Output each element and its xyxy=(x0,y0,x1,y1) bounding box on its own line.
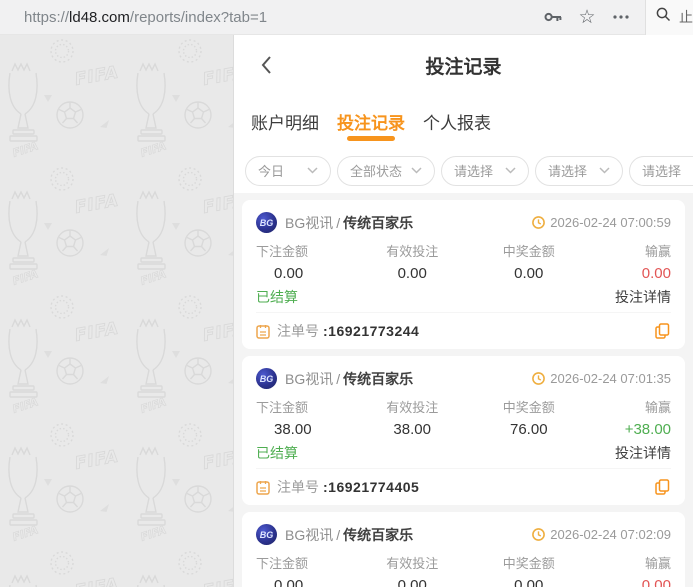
filter-date-dropdown[interactable]: 今日 xyxy=(245,155,331,186)
value-win-amount: 0.00 xyxy=(514,265,544,282)
bet-detail-link[interactable]: 投注详情 xyxy=(615,443,671,463)
value-bet-amount: 0.00 xyxy=(274,577,304,587)
fifa-watermark-background: FIFA FIFA xyxy=(0,35,233,587)
copy-icon[interactable] xyxy=(653,322,671,340)
value-valid-bet: 0.00 xyxy=(397,577,427,587)
provider-game-separator: / xyxy=(336,214,341,231)
filter-select-dropdown-1[interactable]: 请选择 xyxy=(441,155,529,186)
value-valid-bet: 38.00 xyxy=(393,421,431,438)
clock-icon xyxy=(532,372,546,385)
record-time: 2026-02-24 07:00:59 xyxy=(550,215,671,230)
order-note-icon xyxy=(256,324,270,339)
find-text: 止 xyxy=(679,9,693,25)
record-time: 2026-02-24 07:01:35 xyxy=(550,371,671,386)
copy-icon[interactable] xyxy=(653,478,671,496)
value-win-lose: 0.00 xyxy=(641,577,671,587)
url-domain: ld48.com xyxy=(69,8,130,26)
filter-select-dropdown-2[interactable]: 请选择 xyxy=(535,155,623,186)
label-win-lose: 输赢 xyxy=(644,400,671,415)
label-win-lose: 输赢 xyxy=(644,244,671,259)
provider-logo: BG xyxy=(256,524,277,545)
page-title: 投注记录 xyxy=(425,56,502,78)
clock-icon xyxy=(532,216,546,229)
password-key-icon[interactable] xyxy=(543,7,563,27)
game-name: 传统百家乐 xyxy=(343,526,414,543)
chevron-down-icon xyxy=(411,167,422,174)
fifa-pattern-graphic: FIFA FIFA xyxy=(0,35,233,587)
chevron-down-icon xyxy=(307,167,318,174)
label-win-lose: 输赢 xyxy=(644,556,671,571)
browser-menu-icon[interactable] xyxy=(611,7,631,27)
clock-icon xyxy=(532,528,546,541)
filter-select-dropdown-3[interactable]: 请选择 xyxy=(629,155,693,186)
label-bet-amount: 下注金额 xyxy=(256,556,309,571)
order-note-icon xyxy=(256,480,270,495)
tab-account-details[interactable]: 账户明细 xyxy=(251,95,319,148)
status-badge: 已结算 xyxy=(256,445,298,461)
search-icon[interactable] xyxy=(656,7,671,27)
find-in-page-bar: 止 xyxy=(645,0,693,35)
label-win-amount: 中奖金额 xyxy=(502,400,555,415)
status-badge: 已结算 xyxy=(256,289,298,305)
browser-actions: ☆ xyxy=(529,7,645,27)
bet-record-card: BG BG视讯 / 传统百家乐 2026-02-24 07:01:35 下注金额… xyxy=(242,356,685,505)
report-tabs: 账户明细 投注记录 个人报表 xyxy=(234,95,693,148)
filter-bar: 今日 全部状态 请选择 请选择 请选择 xyxy=(234,148,693,193)
order-number: :16921773244 xyxy=(323,323,420,339)
tab-bet-records[interactable]: 投注记录 xyxy=(337,95,405,148)
chevron-down-icon xyxy=(505,167,516,174)
url-field[interactable]: https://ld48.com/reports/index?tab=1 xyxy=(0,9,529,26)
value-win-amount: 0.00 xyxy=(514,577,544,587)
order-label: 注单号 xyxy=(277,479,319,495)
value-win-amount: 76.00 xyxy=(510,421,548,438)
bookmark-star-icon[interactable]: ☆ xyxy=(577,7,597,27)
label-win-amount: 中奖金额 xyxy=(502,556,555,571)
label-valid-bet: 有效投注 xyxy=(386,400,439,415)
browser-address-bar: https://ld48.com/reports/index?tab=1 ☆ 止 xyxy=(0,0,693,35)
provider-logo: BG xyxy=(256,212,277,233)
url-path: /reports/index?tab=1 xyxy=(129,8,268,26)
filter-status-dropdown[interactable]: 全部状态 xyxy=(337,155,435,186)
chevron-down-icon xyxy=(599,167,610,174)
back-button[interactable] xyxy=(254,53,278,77)
url-scheme: https:// xyxy=(24,8,70,26)
reports-panel: 投注记录 账户明细 投注记录 个人报表 今日 全部状态 请选择 请选择 请选择 … xyxy=(233,35,693,587)
label-win-amount: 中奖金额 xyxy=(502,244,555,259)
provider-game-separator: / xyxy=(336,526,341,543)
bet-record-card: BG BG视讯 / 传统百家乐 2026-02-24 07:02:09 下注金额… xyxy=(242,512,685,587)
bet-record-card: BG BG视讯 / 传统百家乐 2026-02-24 07:00:59 下注金额… xyxy=(242,200,685,349)
page-header: 投注记录 xyxy=(234,35,693,95)
provider-game-separator: / xyxy=(336,370,341,387)
game-name: 传统百家乐 xyxy=(343,214,414,231)
order-label: 注单号 xyxy=(277,323,319,339)
order-number: :16921774405 xyxy=(323,479,420,495)
provider-name: BG视讯 xyxy=(285,214,334,231)
value-win-lose: +38.00 xyxy=(624,421,671,438)
provider-name: BG视讯 xyxy=(285,526,334,543)
value-win-lose: 0.00 xyxy=(641,265,671,282)
game-name: 传统百家乐 xyxy=(343,370,414,387)
value-bet-amount: 38.00 xyxy=(274,421,312,438)
value-valid-bet: 0.00 xyxy=(397,265,427,282)
record-time: 2026-02-24 07:02:09 xyxy=(550,527,671,542)
label-valid-bet: 有效投注 xyxy=(386,556,439,571)
label-valid-bet: 有效投注 xyxy=(386,244,439,259)
record-list: BG BG视讯 / 传统百家乐 2026-02-24 07:00:59 下注金额… xyxy=(234,193,693,587)
tab-personal-report[interactable]: 个人报表 xyxy=(423,95,491,148)
label-bet-amount: 下注金额 xyxy=(256,244,309,259)
provider-name: BG视讯 xyxy=(285,370,334,387)
provider-logo: BG xyxy=(256,368,277,389)
value-bet-amount: 0.00 xyxy=(274,265,304,282)
label-bet-amount: 下注金额 xyxy=(256,400,309,415)
bet-detail-link[interactable]: 投注详情 xyxy=(615,287,671,307)
